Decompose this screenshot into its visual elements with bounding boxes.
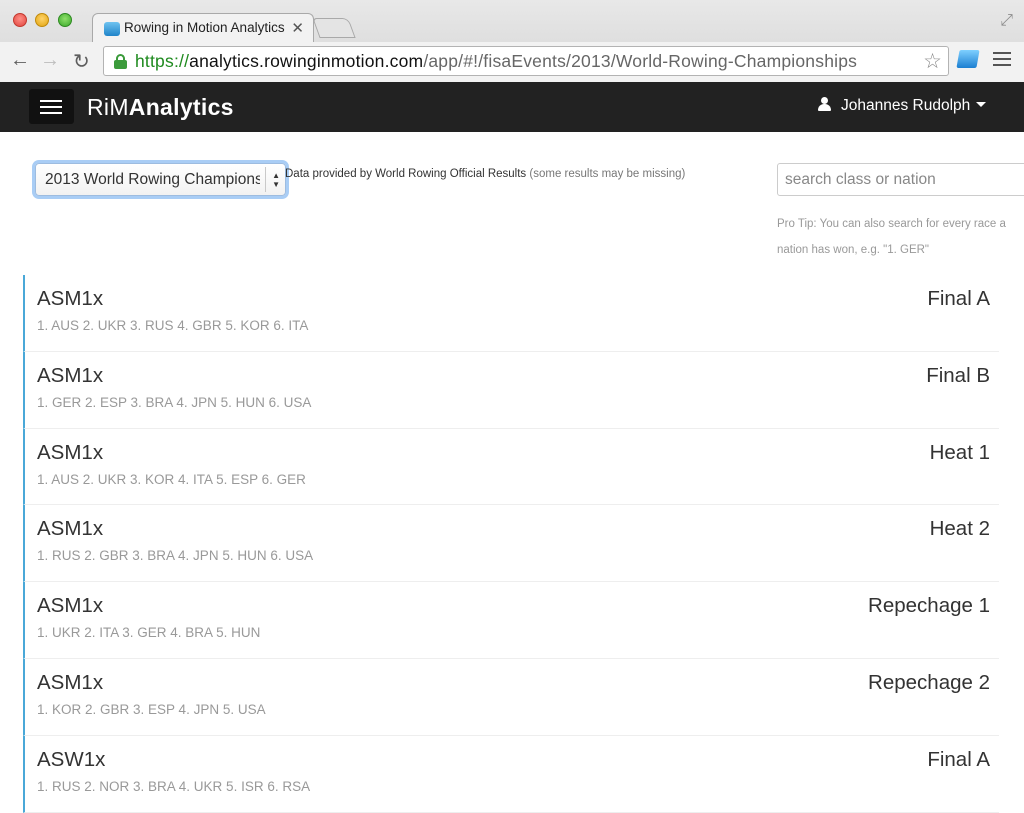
event-select-value: 2013 World Rowing Championships: [45, 171, 260, 188]
race-stage: Heat 2: [929, 517, 990, 541]
race-results: 1. KOR 2. GBR 3. ESP 4. JPN 5. USA: [37, 701, 266, 717]
race-class: ASM1x: [37, 287, 104, 310]
race-class: ASM1x: [37, 594, 104, 618]
url-host: analytics.rowinginmotion.com: [189, 51, 424, 71]
race-results: 1. UKR 2. ITA 3. GER 4. BRA 5. HUN: [37, 625, 261, 641]
race-stage: Final B: [926, 363, 990, 387]
new-tab-button[interactable]: [312, 18, 356, 38]
brand-bold: Analytics: [128, 94, 234, 120]
race-stage: Heat 1: [929, 440, 990, 464]
race-row[interactable]: ASM1x Repechage 1 1. UKR 2. ITA 3. GER 4…: [23, 582, 999, 659]
user-menu[interactable]: Johannes Rudolph: [818, 97, 987, 115]
close-window-button[interactable]: [13, 13, 27, 27]
race-stage: Repechage 2: [868, 670, 990, 694]
search-field[interactable]: [777, 163, 1024, 196]
app-brand[interactable]: RiMAnalytics: [87, 94, 234, 121]
race-class: ASW1x: [37, 747, 106, 771]
event-select[interactable]: 2013 World Rowing Championships ▲▼: [35, 163, 286, 196]
race-results: 1. RUS 2. NOR 3. BRA 4. UKR 5. ISR 6. RS…: [37, 778, 311, 794]
forward-arrow-icon[interactable]: →: [40, 49, 60, 72]
bookmark-star-icon[interactable]: ☆: [923, 49, 942, 74]
race-row[interactable]: ASM1x Final B 1. GER 2. ESP 3. BRA 4. JP…: [23, 351, 999, 429]
app-navbar: RiMAnalytics Johannes Rudolph: [0, 82, 1024, 132]
race-row[interactable]: ASM1x Final A 1. AUS 2. UKR 3. RUS 4. GB…: [23, 275, 999, 352]
zoom-window-button[interactable]: [58, 13, 72, 27]
race-row[interactable]: ASM1x Repechage 2 1. KOR 2. GBR 3. ESP 4…: [23, 658, 999, 736]
browser-chrome: Rowing in Motion Analytics ✕ ⤢ ← → ↻ htt…: [0, 0, 1024, 82]
search-input[interactable]: [778, 164, 1024, 195]
race-stage: Final A: [927, 287, 990, 310]
address-bar[interactable]: https://analytics.rowinginmotion.com/app…: [103, 46, 949, 76]
race-results: 1. AUS 2. UKR 3. KOR 4. ITA 5. ESP 6. GE…: [37, 471, 306, 487]
hamburger-menu-icon[interactable]: [29, 89, 74, 124]
race-class: ASM1x: [37, 670, 104, 694]
race-class: ASM1x: [37, 440, 104, 464]
race-stage: Repechage 1: [868, 594, 990, 618]
data-source-text: Data provided by World Rowing Official R…: [285, 168, 527, 180]
user-icon: [818, 97, 831, 111]
data-source-note: Data provided by World Rowing Official R…: [285, 168, 685, 180]
extension-icon[interactable]: [956, 50, 980, 68]
caret-down-icon: [976, 102, 987, 107]
race-row[interactable]: ASW1x Final A 1. RUS 2. NOR 3. BRA 4. UK…: [23, 735, 999, 813]
reload-icon[interactable]: ↻: [73, 49, 90, 74]
fullscreen-icon[interactable]: ⤢: [1000, 12, 1013, 30]
url-scheme: https://: [135, 51, 190, 71]
race-row[interactable]: ASM1x Heat 1 1. AUS 2. UKR 3. KOR 4. ITA…: [23, 428, 999, 506]
brand-light: RiM: [87, 94, 129, 120]
browser-tab[interactable]: Rowing in Motion Analytics ✕: [92, 13, 314, 42]
race-class: ASM1x: [37, 363, 104, 387]
browser-menu-icon[interactable]: [993, 52, 1011, 70]
tab-close-icon[interactable]: ✕: [291, 19, 304, 37]
race-results: 1. AUS 2. UKR 3. RUS 4. GBR 5. KOR 6. IT…: [37, 318, 309, 333]
rim-favicon-icon: [104, 22, 120, 36]
tab-title: Rowing in Motion Analytics: [124, 20, 285, 35]
url-text[interactable]: https://analytics.rowinginmotion.com/app…: [135, 51, 857, 72]
data-source-caveat: (some results may be missing): [529, 168, 686, 180]
pro-tip: Pro Tip: You can also search for every r…: [777, 218, 1006, 256]
race-list: ASM1x Final A 1. AUS 2. UKR 3. RUS 4. GB…: [23, 275, 999, 813]
lock-icon: [114, 54, 127, 69]
race-results: 1. GER 2. ESP 3. BRA 4. JPN 5. HUN 6. US…: [37, 394, 312, 410]
race-stage: Final A: [927, 747, 990, 771]
race-row[interactable]: ASM1x Heat 2 1. RUS 2. GBR 3. BRA 4. JPN…: [23, 505, 999, 583]
race-results: 1. RUS 2. GBR 3. BRA 4. JPN 5. HUN 6. US…: [37, 548, 314, 564]
minimize-window-button[interactable]: [35, 13, 49, 27]
race-class: ASM1x: [37, 517, 104, 541]
back-arrow-icon[interactable]: ←: [10, 49, 30, 72]
select-arrows-icon: ▲ ▼: [272, 171, 280, 189]
select-divider: [265, 167, 266, 192]
browser-toolbar: ← → ↻ https://analytics.rowinginmotion.c…: [0, 42, 1024, 82]
url-path: /app/#!/fisaEvents/2013/World-Rowing-Cha…: [423, 51, 858, 71]
user-name: Johannes Rudolph: [841, 97, 971, 114]
